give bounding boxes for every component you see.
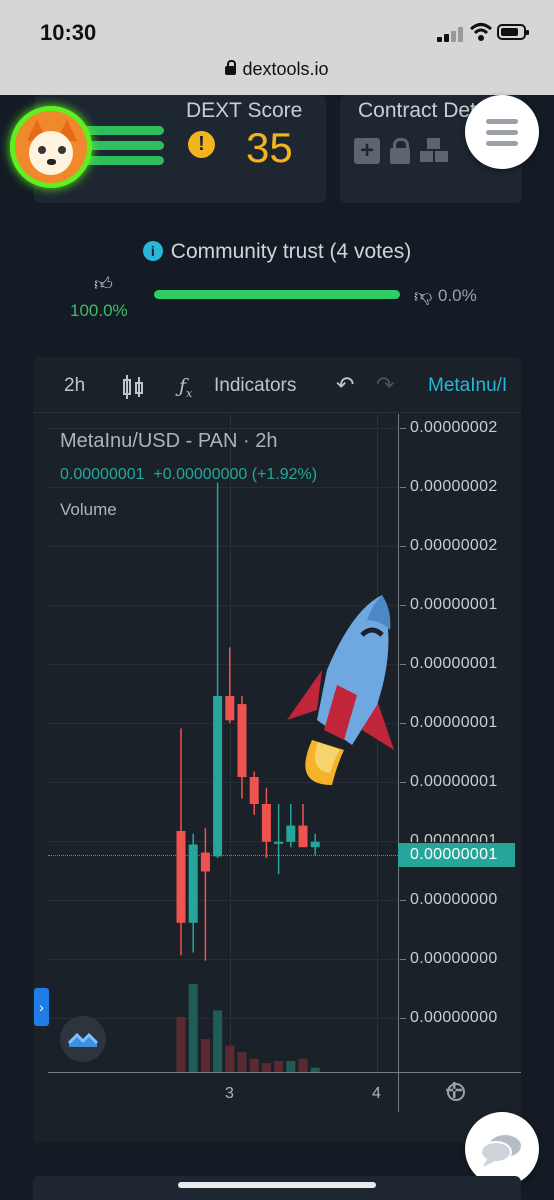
candle-body	[176, 831, 186, 923]
chat-icon	[480, 1135, 521, 1167]
volume-bar	[200, 1039, 210, 1072]
rocket-icon	[287, 595, 394, 785]
candle-body	[261, 804, 271, 842]
volume-bar	[286, 1061, 296, 1072]
volume-bar	[274, 1061, 284, 1072]
price-axis-label: 0.00000000	[400, 1009, 498, 1026]
candle-body	[286, 825, 296, 842]
candle-body	[225, 696, 235, 721]
price-axis-label: 0.00000000	[400, 891, 498, 908]
price-axis-label: 0.00000002	[400, 419, 498, 436]
price-axis-label: 0.00000001	[410, 832, 498, 842]
volume-bar	[213, 1010, 223, 1072]
price-axis-label: 0.00000000	[400, 950, 498, 967]
candle-body	[274, 841, 284, 844]
price-axis-label: 0.00000001	[400, 714, 498, 731]
candle-body	[213, 696, 223, 857]
volume-bar	[188, 984, 198, 1072]
candle-body	[188, 844, 198, 923]
volume-bar	[298, 1058, 308, 1072]
price-axis-label: 0.00000002	[400, 537, 498, 554]
next-card	[33, 1176, 521, 1200]
volume-bar	[225, 1045, 235, 1072]
volume-bar	[176, 1017, 186, 1072]
expand-panel-tab[interactable]: ›	[34, 988, 49, 1026]
gear-icon[interactable]	[445, 1078, 465, 1104]
time-axis-line	[48, 1072, 521, 1073]
volume-bar	[237, 1052, 247, 1072]
current-price-line	[48, 855, 398, 856]
chat-button[interactable]	[465, 1112, 539, 1186]
candle-body	[298, 825, 308, 848]
current-price-label: 0.00000001	[398, 843, 515, 867]
price-axis-label: 0.00000001	[400, 596, 498, 613]
time-axis-label: 3	[225, 1085, 234, 1102]
home-indicator[interactable]	[178, 1182, 376, 1188]
candle-body	[237, 704, 247, 777]
price-axis-line	[398, 414, 399, 1112]
candle-body	[249, 777, 259, 804]
price-axis-label: 0.00000001	[400, 773, 498, 790]
price-axis-label: 0.00000001	[400, 655, 498, 672]
volume-bar	[261, 1063, 271, 1072]
tradingview-logo[interactable]	[60, 1016, 106, 1062]
volume-bar	[249, 1058, 259, 1072]
price-axis-label: 0.00000002	[400, 478, 498, 495]
time-axis-label: 4	[372, 1085, 381, 1102]
candle-body	[310, 841, 320, 848]
